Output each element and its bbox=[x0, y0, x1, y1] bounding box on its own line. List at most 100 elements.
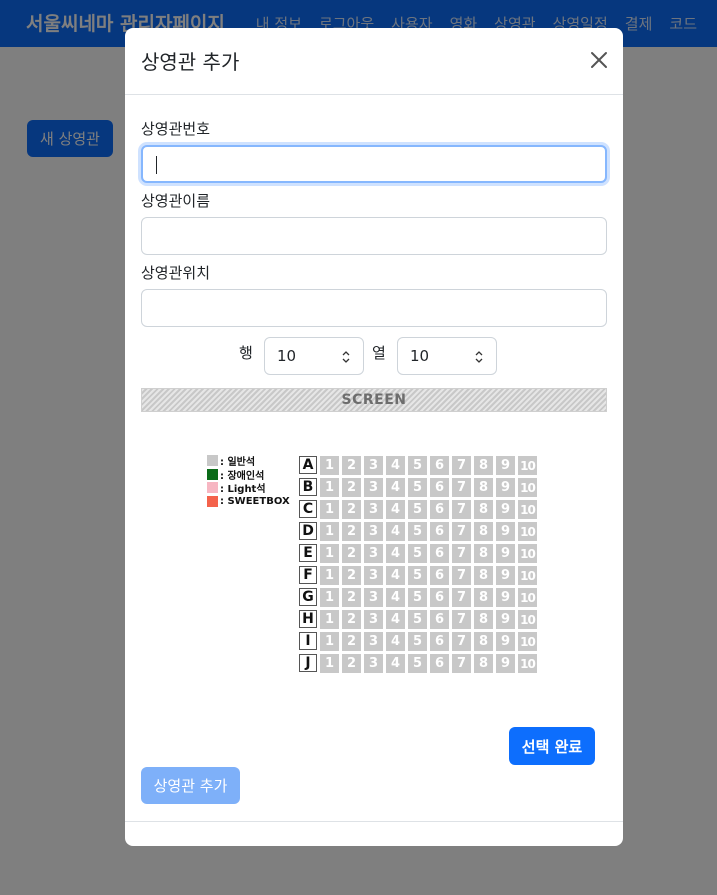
seat-e-10[interactable]: 10 bbox=[518, 544, 537, 563]
seat-i-6[interactable]: 6 bbox=[430, 632, 449, 651]
seat-g-5[interactable]: 5 bbox=[408, 588, 427, 607]
seat-a-8[interactable]: 8 bbox=[474, 456, 493, 475]
seat-e-1[interactable]: 1 bbox=[320, 544, 339, 563]
seat-c-4[interactable]: 4 bbox=[386, 500, 405, 519]
seat-c-6[interactable]: 6 bbox=[430, 500, 449, 519]
seat-h-8[interactable]: 8 bbox=[474, 610, 493, 629]
seat-c-3[interactable]: 3 bbox=[364, 500, 383, 519]
seat-e-9[interactable]: 9 bbox=[496, 544, 515, 563]
seat-e-5[interactable]: 5 bbox=[408, 544, 427, 563]
seat-i-2[interactable]: 2 bbox=[342, 632, 361, 651]
seat-g-4[interactable]: 4 bbox=[386, 588, 405, 607]
seat-d-4[interactable]: 4 bbox=[386, 522, 405, 541]
seat-j-9[interactable]: 9 bbox=[496, 654, 515, 673]
seat-j-1[interactable]: 1 bbox=[320, 654, 339, 673]
seat-a-10[interactable]: 10 bbox=[518, 456, 537, 475]
seat-b-1[interactable]: 1 bbox=[320, 478, 339, 497]
select-done-button[interactable]: 선택 완료 bbox=[509, 727, 595, 765]
seat-i-5[interactable]: 5 bbox=[408, 632, 427, 651]
seat-h-10[interactable]: 10 bbox=[518, 610, 537, 629]
seat-c-1[interactable]: 1 bbox=[320, 500, 339, 519]
seat-e-7[interactable]: 7 bbox=[452, 544, 471, 563]
cols-stepper[interactable]: 10 bbox=[397, 337, 497, 375]
seat-f-5[interactable]: 5 bbox=[408, 566, 427, 585]
seat-i-7[interactable]: 7 bbox=[452, 632, 471, 651]
seat-b-7[interactable]: 7 bbox=[452, 478, 471, 497]
seat-g-3[interactable]: 3 bbox=[364, 588, 383, 607]
seat-e-3[interactable]: 3 bbox=[364, 544, 383, 563]
seat-b-8[interactable]: 8 bbox=[474, 478, 493, 497]
seat-j-3[interactable]: 3 bbox=[364, 654, 383, 673]
seat-b-2[interactable]: 2 bbox=[342, 478, 361, 497]
theater-number-input[interactable] bbox=[141, 145, 607, 183]
seat-j-8[interactable]: 8 bbox=[474, 654, 493, 673]
seat-f-4[interactable]: 4 bbox=[386, 566, 405, 585]
seat-g-8[interactable]: 8 bbox=[474, 588, 493, 607]
seat-g-10[interactable]: 10 bbox=[518, 588, 537, 607]
add-theater-button[interactable]: 상영관 추가 bbox=[141, 767, 240, 804]
seat-d-2[interactable]: 2 bbox=[342, 522, 361, 541]
seat-e-6[interactable]: 6 bbox=[430, 544, 449, 563]
seat-g-6[interactable]: 6 bbox=[430, 588, 449, 607]
seat-a-1[interactable]: 1 bbox=[320, 456, 339, 475]
seat-c-9[interactable]: 9 bbox=[496, 500, 515, 519]
seat-a-5[interactable]: 5 bbox=[408, 456, 427, 475]
seat-j-7[interactable]: 7 bbox=[452, 654, 471, 673]
seat-f-9[interactable]: 9 bbox=[496, 566, 515, 585]
seat-f-1[interactable]: 1 bbox=[320, 566, 339, 585]
seat-d-8[interactable]: 8 bbox=[474, 522, 493, 541]
seat-e-4[interactable]: 4 bbox=[386, 544, 405, 563]
seat-c-7[interactable]: 7 bbox=[452, 500, 471, 519]
seat-c-8[interactable]: 8 bbox=[474, 500, 493, 519]
close-icon[interactable] bbox=[589, 50, 609, 70]
seat-f-8[interactable]: 8 bbox=[474, 566, 493, 585]
seat-f-2[interactable]: 2 bbox=[342, 566, 361, 585]
seat-g-2[interactable]: 2 bbox=[342, 588, 361, 607]
seat-b-9[interactable]: 9 bbox=[496, 478, 515, 497]
seat-h-2[interactable]: 2 bbox=[342, 610, 361, 629]
seat-d-6[interactable]: 6 bbox=[430, 522, 449, 541]
seat-a-2[interactable]: 2 bbox=[342, 456, 361, 475]
seat-h-1[interactable]: 1 bbox=[320, 610, 339, 629]
seat-c-10[interactable]: 10 bbox=[518, 500, 537, 519]
seat-a-4[interactable]: 4 bbox=[386, 456, 405, 475]
seat-e-8[interactable]: 8 bbox=[474, 544, 493, 563]
seat-h-3[interactable]: 3 bbox=[364, 610, 383, 629]
seat-i-8[interactable]: 8 bbox=[474, 632, 493, 651]
seat-a-7[interactable]: 7 bbox=[452, 456, 471, 475]
seat-d-7[interactable]: 7 bbox=[452, 522, 471, 541]
seat-b-10[interactable]: 10 bbox=[518, 478, 537, 497]
seat-h-6[interactable]: 6 bbox=[430, 610, 449, 629]
seat-d-9[interactable]: 9 bbox=[496, 522, 515, 541]
seat-i-3[interactable]: 3 bbox=[364, 632, 383, 651]
seat-e-2[interactable]: 2 bbox=[342, 544, 361, 563]
seat-i-10[interactable]: 10 bbox=[518, 632, 537, 651]
seat-d-1[interactable]: 1 bbox=[320, 522, 339, 541]
seat-j-4[interactable]: 4 bbox=[386, 654, 405, 673]
seat-h-4[interactable]: 4 bbox=[386, 610, 405, 629]
seat-b-6[interactable]: 6 bbox=[430, 478, 449, 497]
seat-i-4[interactable]: 4 bbox=[386, 632, 405, 651]
theater-name-input[interactable] bbox=[141, 217, 607, 255]
seat-c-5[interactable]: 5 bbox=[408, 500, 427, 519]
seat-h-9[interactable]: 9 bbox=[496, 610, 515, 629]
seat-j-10[interactable]: 10 bbox=[518, 654, 537, 673]
seat-c-2[interactable]: 2 bbox=[342, 500, 361, 519]
seat-f-6[interactable]: 6 bbox=[430, 566, 449, 585]
seat-j-6[interactable]: 6 bbox=[430, 654, 449, 673]
seat-h-5[interactable]: 5 bbox=[408, 610, 427, 629]
spinner-icon[interactable] bbox=[341, 349, 351, 365]
seat-i-9[interactable]: 9 bbox=[496, 632, 515, 651]
seat-f-10[interactable]: 10 bbox=[518, 566, 537, 585]
seat-d-10[interactable]: 10 bbox=[518, 522, 537, 541]
seat-f-3[interactable]: 3 bbox=[364, 566, 383, 585]
seat-h-7[interactable]: 7 bbox=[452, 610, 471, 629]
seat-d-5[interactable]: 5 bbox=[408, 522, 427, 541]
seat-a-9[interactable]: 9 bbox=[496, 456, 515, 475]
seat-g-1[interactable]: 1 bbox=[320, 588, 339, 607]
rows-stepper[interactable]: 10 bbox=[264, 337, 364, 375]
seat-g-9[interactable]: 9 bbox=[496, 588, 515, 607]
seat-j-2[interactable]: 2 bbox=[342, 654, 361, 673]
seat-i-1[interactable]: 1 bbox=[320, 632, 339, 651]
seat-f-7[interactable]: 7 bbox=[452, 566, 471, 585]
